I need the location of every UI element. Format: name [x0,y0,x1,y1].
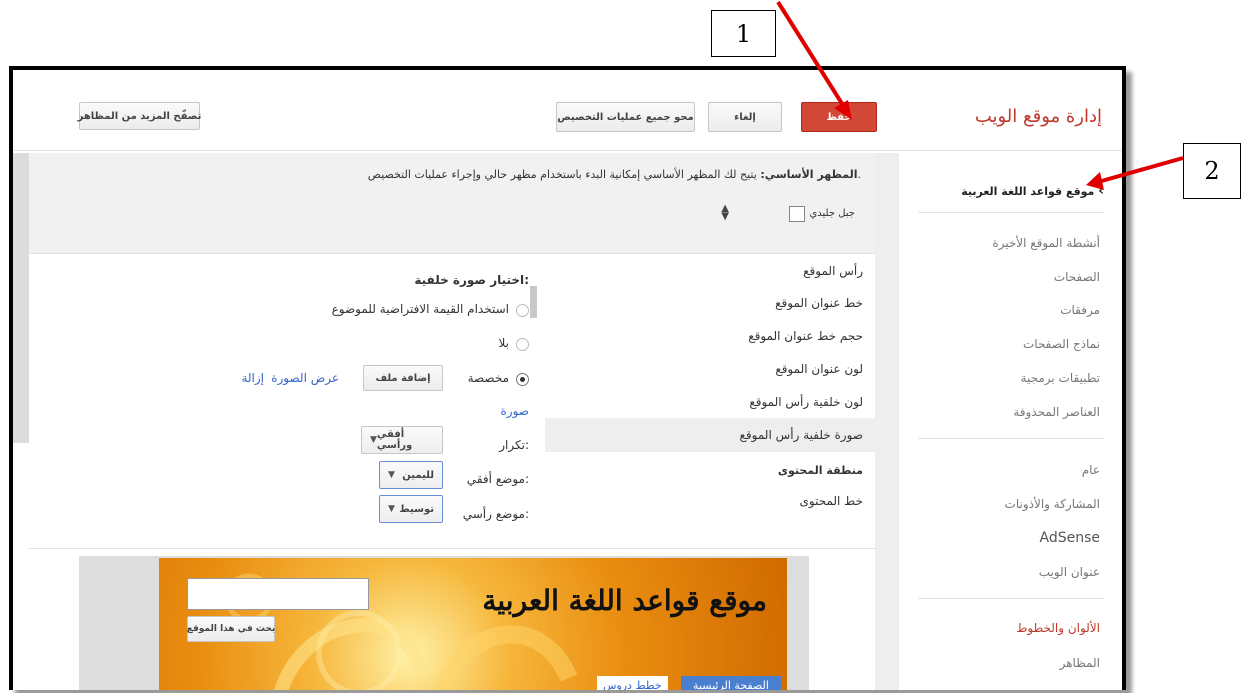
view-image-link[interactable]: عرض الصورة [271,371,339,385]
sidebar-item-web-address[interactable]: عنوان الويب [912,565,1122,579]
radio-custom[interactable] [516,373,529,386]
page-title: إدارة موقع الويب [974,106,1102,127]
chevron-left-icon: ‹ [1098,183,1104,199]
vpos-label: موضع رأسي: [462,507,529,521]
preview-search-button[interactable]: بحث في هذا الموقع [187,616,275,642]
remove-link[interactable]: إزالة [241,371,264,385]
opt-custom-label: مخصصة [467,371,509,385]
clear-customizations-button[interactable]: محو جميع عمليات التخصيص [556,102,695,132]
list-item-header-bg-image[interactable]: صورة خلفية رأس الموقع [545,418,875,452]
list-item-content-area[interactable]: منطقة المحتوى [545,464,875,477]
theme-selector[interactable]: جبل جليدي ▲ ▼ [711,203,861,227]
sidebar-item-themes[interactable]: المظاهر [912,656,1122,670]
theme-name: جبل جليدي [809,208,855,219]
sidebar-item-adsense[interactable]: AdSense [912,530,1122,546]
preview-search-input[interactable] [187,578,369,610]
sidebar-item-deleted-items[interactable]: العناصر المحذوفة [912,405,1122,419]
vpos-value: توسيط [399,503,434,515]
sidebar-item-page-templates[interactable]: نماذج الصفحات [912,337,1122,351]
spinner-icon[interactable]: ▲ ▼ [721,204,729,222]
radio-default[interactable] [516,304,529,317]
sidebar-site-link[interactable]: موقع قواعد اللغة العربية ‹ [961,183,1104,199]
sidebar-item-pages[interactable]: الصفحات [912,270,1122,284]
hpos-select[interactable]: ▼ لليمين [379,461,443,489]
annotation-box-2: 2 [1183,143,1241,199]
list-item-site-title-size[interactable]: حجم خط عنوان الموقع [545,329,875,343]
radio-none[interactable] [516,338,529,351]
scroll-gutter [875,153,899,690]
chevron-down-icon: ▼ [388,504,395,514]
base-theme-label: المظهر الأساسي: [760,168,858,181]
add-file-button[interactable]: إضافة ملف [363,365,443,391]
vpos-select[interactable]: ▼ توسيط [379,495,443,523]
theme-color-swatch [789,206,805,222]
bg-heading: اختيار صورة خلفية: [414,273,529,287]
sidebar-item-apps-scripts[interactable]: تطبيقات برمجية [912,371,1122,385]
radio-dot [520,377,525,382]
list-item-content-font[interactable]: خط المحتوى [545,494,875,508]
repeat-label: تكرار: [499,438,529,452]
opt-default-label: استخدام القيمة الافتراضية للموضوع [331,302,509,316]
preview-area: موقع قواعد اللغة العربية بحث في هذا المو… [79,556,809,690]
chevron-down-icon: ▼ [370,435,377,445]
hpos-label: موضع أفقي: [466,472,529,486]
repeat-select[interactable]: ▼ أفقي ورأسي [361,426,443,454]
list-item-site-title-color[interactable]: لون عنوان الموقع [545,362,875,376]
preview-tab-home[interactable]: الصفحة الرئيسية [681,676,781,690]
sidebar-item-recent-activity[interactable]: أنشطة الموقع الأخيرة [912,236,1122,250]
sidebar-item-attachments[interactable]: مرفقات [912,303,1122,317]
preview-tab-lessons[interactable]: خطط دروس [597,676,668,690]
opt-none-label: بلا [498,336,510,350]
preview-site-title: موقع قواعد اللغة العربية [482,584,767,617]
preview-banner: موقع قواعد اللغة العربية بحث في هذا المو… [159,558,787,690]
image-link[interactable]: صورة [501,404,529,418]
theme-bar: المظهر الأساسي: يتيح لك المظهر الأساسي إ… [29,153,875,254]
screenshot-frame: إدارة موقع الويب حفظ إلغاء محو جميع عملي… [9,66,1126,690]
left-scroll-strip[interactable] [13,153,29,443]
list-scrollbar[interactable] [530,286,537,318]
sidebar: موقع قواعد اللغة العربية ‹ أنشطة الموقع … [904,153,1122,690]
list-item-site-header[interactable]: رأس الموقع [545,264,875,278]
annotation-box-1: 1 [711,10,776,57]
cancel-button[interactable]: إلغاء [708,102,782,132]
list-item-site-title-font[interactable]: خط عنوان الموقع [545,296,875,310]
repeat-value: أفقي ورأسي [376,429,413,451]
browse-themes-button[interactable]: تصفّح المزيد من المظاهر [78,102,201,130]
sidebar-item-colors-fonts[interactable]: الألوان والخطوط [912,621,1122,635]
chevron-down-icon: ▼ [388,470,395,480]
sidebar-item-general[interactable]: عام [912,463,1122,477]
sidebar-item-sharing[interactable]: المشاركة والأذونات [912,497,1122,511]
settings-list: رأس الموقع خط عنوان الموقع حجم خط عنوان … [543,254,875,546]
bg-image-panel: اختيار صورة خلفية: استخدام القيمة الافتر… [29,254,529,546]
list-item-header-bg-color[interactable]: لون خلفية رأس الموقع [545,395,875,409]
save-button[interactable]: حفظ [801,102,877,132]
hpos-value: لليمين [402,469,434,481]
